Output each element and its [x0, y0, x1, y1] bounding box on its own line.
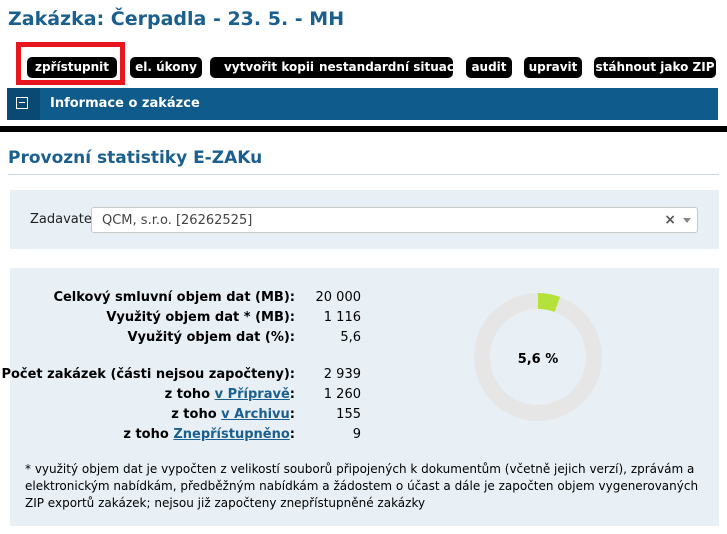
stats-panel: Celkový smluvní objem dat (MB): 20 000 V… — [1, 268, 719, 526]
disabled-link[interactable]: Znepřístupněno — [173, 427, 289, 442]
collapse-toggle[interactable] — [7, 88, 40, 120]
stat-value-archive: 155 — [336, 407, 361, 422]
stat-value-total: 20 000 — [315, 290, 362, 305]
section-divider — [8, 174, 719, 175]
highlight-box — [16, 42, 125, 85]
archive-link[interactable]: v Archivu — [221, 407, 290, 422]
info-panel-header[interactable]: Informace o zakázce — [7, 88, 718, 120]
stat-value-preparation: 1 260 — [323, 387, 361, 402]
stat-value-disabled: 9 — [352, 427, 361, 442]
stat-label-prefix: z toho — [164, 387, 211, 402]
create-copy-button[interactable]: vytvořit kopii — [210, 57, 328, 78]
contractor-select[interactable]: QCM, s.r.o. [26262525] × — [91, 207, 698, 233]
stat-label-disabled: z toho Znepřístupněno: — [123, 427, 295, 442]
stat-label-contracts: Počet zakázek (části nejsou započteny): — [1, 367, 295, 382]
stats-section-title: Provozní statistiky E-ZAKu — [8, 148, 263, 168]
stat-label-used-pct: Využitý objem dat (%): — [127, 330, 295, 345]
usage-footnote: * využitý objem dat je vypočten z veliko… — [25, 462, 699, 510]
separator-bar — [0, 126, 727, 132]
preparation-link[interactable]: v Přípravě — [215, 387, 290, 402]
collapse-icon — [16, 97, 28, 109]
stat-label-prefix: z toho — [123, 427, 169, 442]
audit-button[interactable]: audit — [466, 57, 512, 78]
clear-icon[interactable]: × — [664, 212, 676, 228]
page-title: Zakázka: Čerpadla - 23. 5. - MH — [8, 8, 345, 30]
chevron-down-icon[interactable] — [683, 218, 691, 223]
stat-label-archive: z toho v Archivu: — [171, 407, 295, 422]
info-panel-title: Informace o zakázce — [50, 96, 200, 111]
stat-value-contracts: 2 939 — [323, 367, 361, 382]
electronic-actions-button[interactable]: el. úkony — [130, 57, 202, 78]
stat-label-used-mb: Využitý objem dat * (MB): — [106, 310, 295, 325]
donut-percent-label: 5,6 % — [517, 352, 559, 367]
edit-button[interactable]: upravit — [524, 57, 582, 78]
stat-value-used-mb: 1 116 — [323, 310, 361, 325]
contractor-label: Zadavatel: — [30, 212, 100, 227]
stat-label-suffix: : — [289, 407, 295, 422]
download-zip-button[interactable]: stáhnout jako ZIP — [594, 57, 716, 78]
stat-label-suffix: : — [289, 427, 295, 442]
stat-value-used-pct: 5,6 — [340, 330, 361, 345]
nonstandard-situation-button[interactable]: nestandardní situace — [319, 57, 462, 78]
stat-label-total: Celkový smluvní objem dat (MB): — [53, 290, 295, 305]
contractor-select-value: QCM, s.r.o. [26262525] — [102, 213, 253, 228]
stat-label-suffix: : — [289, 387, 295, 402]
stat-label-prefix: z toho — [171, 407, 217, 422]
stat-label-preparation: z toho v Přípravě: — [165, 387, 295, 402]
filter-panel: Zadavatel: QCM, s.r.o. [26262525] × — [10, 190, 719, 249]
